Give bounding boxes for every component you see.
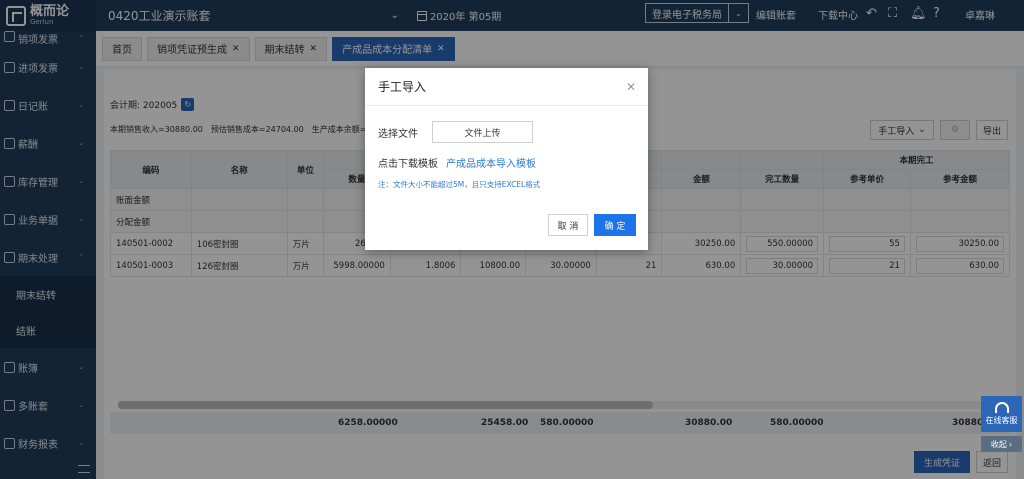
template-row: 点击下载模板 产成品成本导入模板 — [378, 155, 536, 170]
close-icon[interactable]: ✕ — [626, 80, 636, 94]
dialog-title: 手工导入 — [378, 80, 427, 94]
file-select-row: 选择文件 文件上传 — [378, 121, 533, 143]
cancel-button[interactable]: 取 消 — [548, 214, 588, 236]
manual-import-dialog: 手工导入 ✕ 选择文件 文件上传 点击下载模板 产成品成本导入模板 注：文件大小… — [365, 68, 648, 250]
chevron-right-icon: › — [1008, 439, 1013, 449]
select-file-label: 选择文件 — [378, 128, 418, 140]
download-template-label: 点击下载模板 — [378, 159, 438, 170]
online-service-label: 在线客服 — [985, 416, 1018, 425]
template-download-link[interactable]: 产成品成本导入模板 — [446, 155, 536, 170]
dialog-header: 手工导入 ✕ — [365, 68, 648, 106]
confirm-button[interactable]: 确 定 — [594, 214, 636, 236]
collapse-label: 收起 — [990, 439, 1007, 449]
file-upload-button[interactable]: 文件上传 — [432, 121, 533, 143]
headset-icon — [994, 402, 1009, 413]
file-size-note: 注：文件大小不能超过5M，且只支持EXCEL格式 — [378, 180, 541, 189]
collapse-button[interactable]: 收起 › — [981, 436, 1022, 452]
online-service-button[interactable]: 在线客服 — [981, 396, 1022, 432]
